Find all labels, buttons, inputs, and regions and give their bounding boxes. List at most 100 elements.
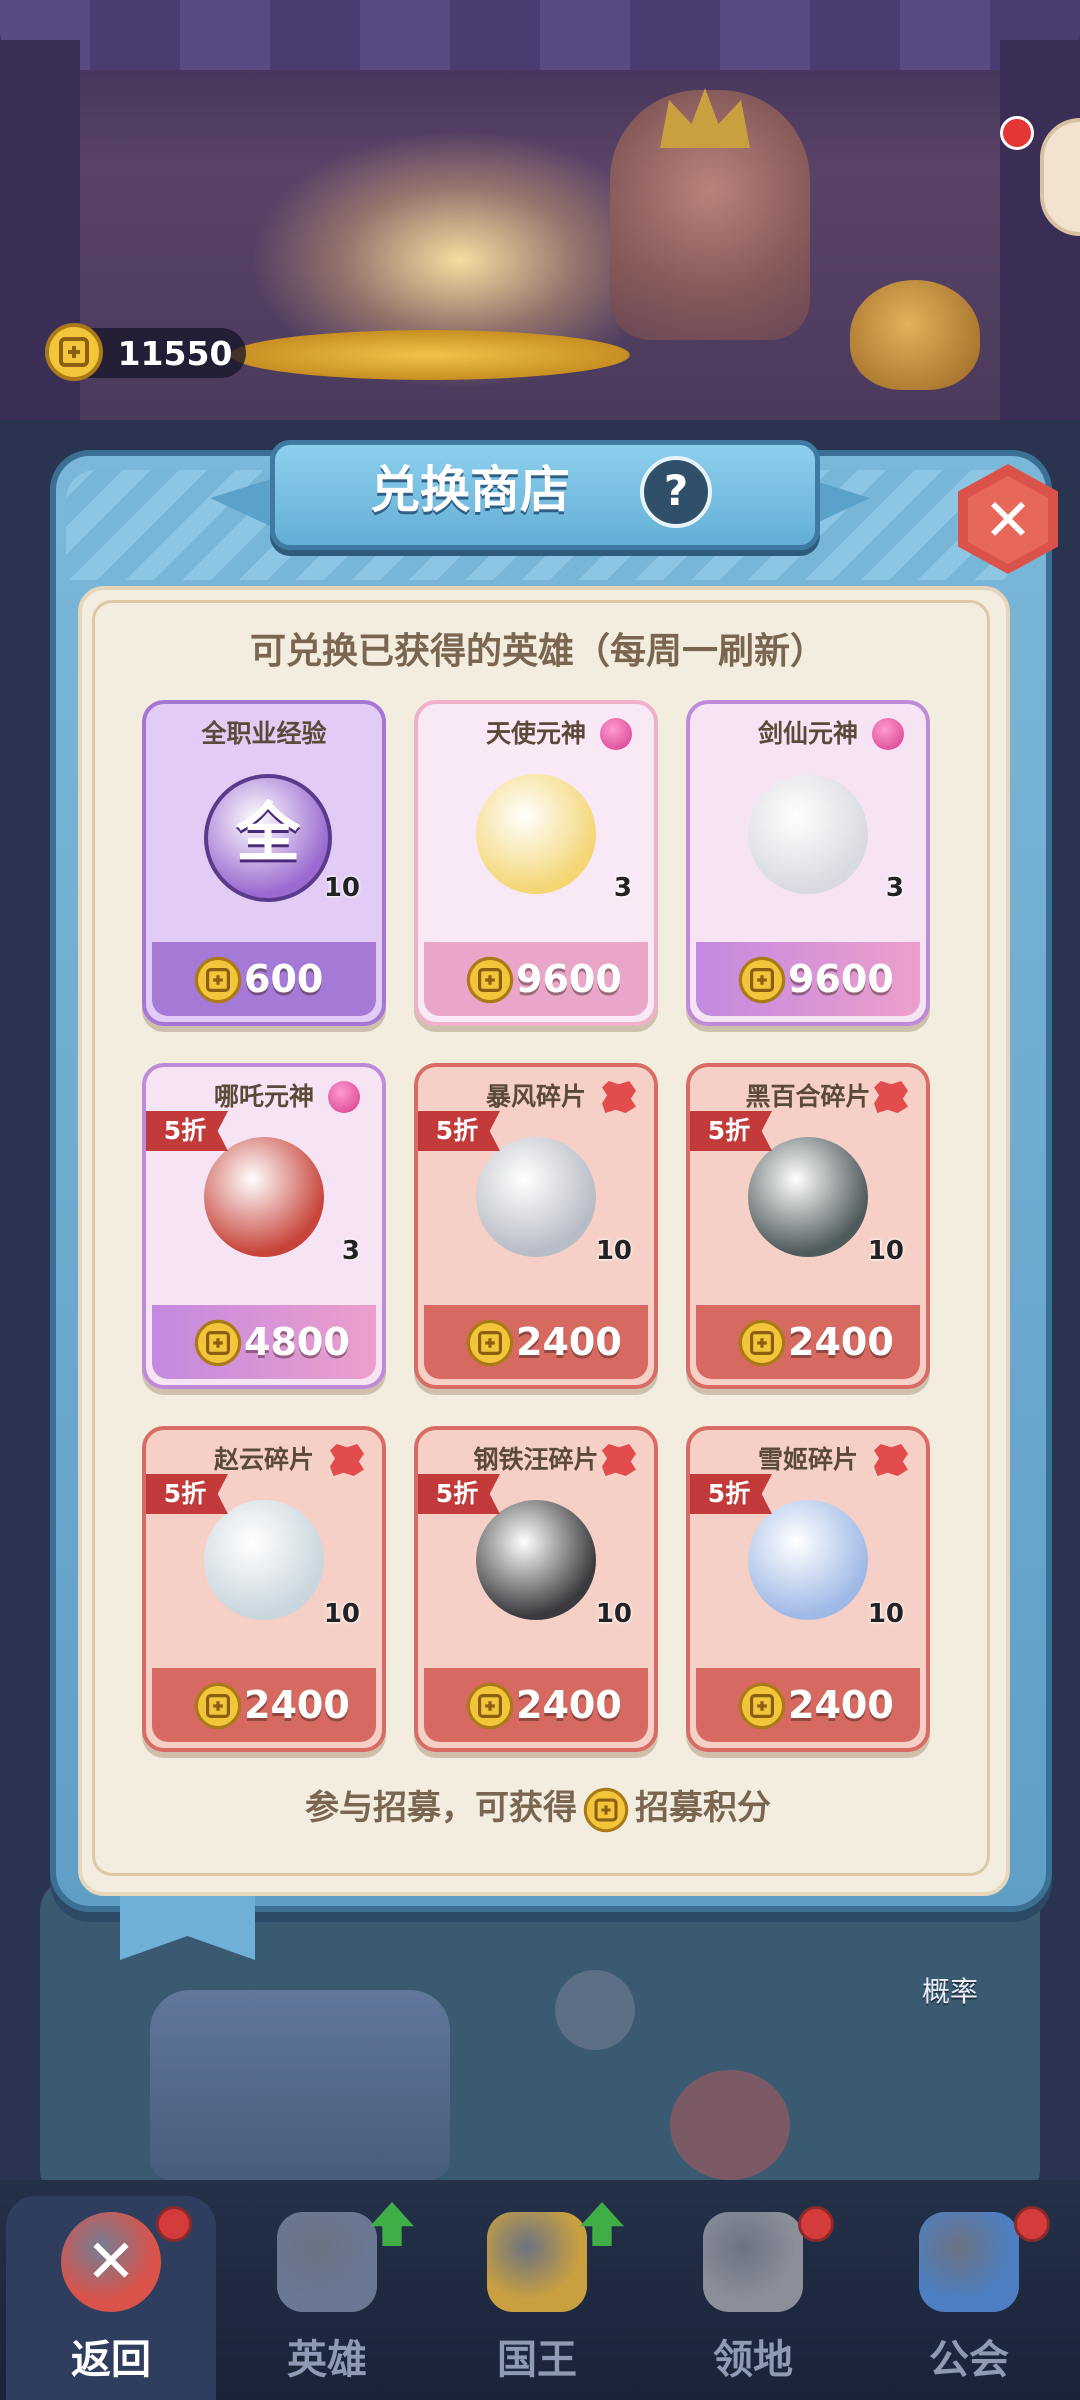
item-count: 3 [613,873,632,903]
discount-tag: 5折 [418,1111,500,1151]
chest-icon [150,1990,450,2180]
price-button[interactable]: 2400 [152,1668,376,1742]
coin-icon [738,1682,786,1730]
coin-icon [738,956,786,1004]
coin-icon [194,1319,242,1367]
nav-label: 领地 [713,2337,793,2383]
price-button[interactable]: 2400 [424,1305,648,1379]
crown-icon [487,2212,587,2312]
gem-icon [600,718,632,750]
shop-item-card[interactable]: 天使元神 3 9600 [414,700,658,1026]
nav-label: 公会 [929,2337,1009,2383]
curtain-top [0,0,1080,70]
item-price: 9600 [788,957,894,1001]
item-price: 2400 [516,1320,622,1364]
item-count: 10 [323,1599,360,1629]
nav-label: 国王 [497,2337,577,2383]
item-price: 600 [244,957,324,1001]
item-portrait [748,1137,868,1257]
shop-item-card[interactable]: 赵云碎片 5折 10 2400 [142,1426,386,1752]
puzzle-piece-icon [602,1081,636,1113]
puzzle-piece-icon [330,1444,364,1476]
side-avatar-button[interactable] [1040,118,1080,236]
price-button[interactable]: 9600 [696,942,920,1016]
shop-item-card[interactable]: 全职业经验全 10 600 [142,700,386,1026]
notification-dot [798,2206,834,2242]
money-bag [850,280,980,390]
nav-label: 返回 [71,2337,151,2383]
shop-item-card[interactable]: 钢铁汪碎片 5折 10 2400 [414,1426,658,1752]
price-button[interactable]: 4800 [152,1305,376,1379]
coin-icon [466,1682,514,1730]
currency-value: 11550 [117,334,233,373]
discount-tag: 5折 [146,1111,228,1151]
item-portrait [748,1500,868,1620]
price-button[interactable]: 2400 [696,1305,920,1379]
discount-tag: 5折 [146,1474,228,1514]
item-price: 2400 [244,1683,350,1727]
item-price: 2400 [788,1683,894,1727]
planet-icon [919,2212,1019,2312]
notification-dot [1000,116,1034,150]
item-name: 全职业经验 [201,719,327,748]
puzzle-piece-icon [602,1444,636,1476]
price-button[interactable]: 9600 [424,942,648,1016]
item-portrait [476,1500,596,1620]
nav-tab[interactable]: 领地 [648,2196,858,2400]
coin-icon [194,1682,242,1730]
shop-item-card[interactable]: 黑百合碎片 5折 10 2400 [686,1063,930,1389]
nav-tab[interactable]: 国王 [432,2196,642,2400]
skull-icon [670,2070,790,2180]
nav-tab[interactable]: ✕ 返回 [6,2196,216,2400]
item-portrait [476,1137,596,1257]
coin-icon [466,956,514,1004]
item-price: 9600 [516,957,622,1001]
item-count: 3 [885,873,904,903]
shop-item-card[interactable]: 剑仙元神 3 9600 [686,700,930,1026]
price-button[interactable]: 600 [152,942,376,1016]
close-icon: ✕ [61,2212,161,2312]
nav-label: 英雄 [287,2337,367,2383]
discount-tag: 5折 [690,1111,772,1151]
item-price: 4800 [244,1320,350,1364]
notification-dot [156,2206,192,2242]
item-count: 10 [867,1236,904,1266]
item-count: 3 [341,1236,360,1266]
item-count: 10 [323,873,360,903]
discount-tag: 5折 [690,1474,772,1514]
recruit-note-suffix: 招募积分 [635,1788,771,1828]
coin-icon [194,956,242,1004]
shop-item-card[interactable]: 雪姬碎片 5折 10 2400 [686,1426,930,1752]
price-button[interactable]: 2400 [696,1668,920,1742]
nav-tab[interactable]: 英雄 [222,2196,432,2400]
shop-item-card[interactable]: 暴风碎片 5折 10 2400 [414,1063,658,1389]
item-portrait [204,1137,324,1257]
recruit-note: 参与招募，可获得 招募积分 [92,1780,984,1836]
item-portrait [476,774,596,894]
nav-tab[interactable]: 公会 [864,2196,1074,2400]
coin-icon [466,1319,514,1367]
item-price: 2400 [788,1320,894,1364]
puzzle-piece-icon [874,1444,908,1476]
item-price: 2400 [516,1683,622,1727]
shop-subtitle: 可兑换已获得的英雄（每周一刷新） [249,631,826,672]
item-count: 10 [595,1236,632,1266]
castle-icon [703,2212,803,2312]
discount-tag: 5折 [418,1474,500,1514]
item-portrait [748,774,868,894]
shop-item-card[interactable]: 哪吒元神 5折 3 4800 [142,1063,386,1389]
price-button[interactable]: 2400 [424,1668,648,1742]
coin-icon [583,1787,629,1832]
owl-icon [555,1970,635,2050]
helmet-icon [277,2212,377,2312]
puzzle-piece-icon [874,1081,908,1113]
gem-icon [872,718,904,750]
notification-dot [1014,2206,1050,2242]
shop-title: 兑换商店 [370,461,570,519]
coin-icon [738,1319,786,1367]
rate-button[interactable]: 概率 [900,1970,1000,2020]
help-button[interactable]: ? [640,456,712,528]
item-count: 10 [595,1599,632,1629]
item-count: 10 [867,1599,904,1629]
gem-icon [328,1081,360,1113]
